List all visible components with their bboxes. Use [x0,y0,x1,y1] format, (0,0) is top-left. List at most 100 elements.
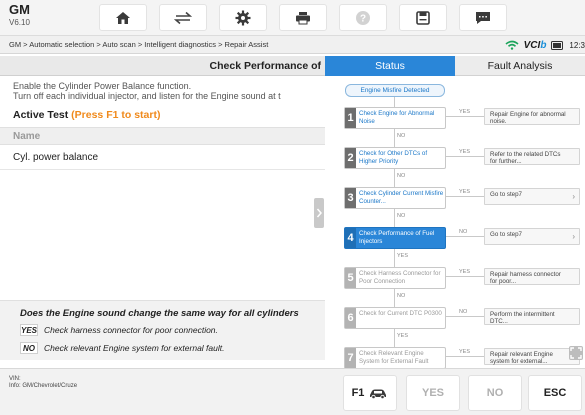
help-icon: ? [356,10,370,25]
connector-line [394,97,395,107]
vci-indicator: VCIb [523,39,547,51]
step-number: 2 [345,148,356,168]
branch-label: YES [459,269,471,275]
table-row[interactable]: Cyl. power balance [0,146,325,170]
page-title: Check Performance of [209,60,321,72]
step-number: 4 [345,228,356,248]
software-version: V6.10 [9,18,30,27]
breadcrumb-bar: GM > Automatic selection > Auto scan > I… [0,36,585,54]
connector-line [394,129,395,147]
branch-label: YES [397,333,409,339]
option-text: Check relevant Engine system for externa… [44,343,225,353]
branch-label: YES [397,253,409,259]
option-text: Check harness connector for poor connect… [44,325,218,335]
settings-button[interactable] [219,4,267,31]
column-name: Name [13,131,41,142]
connector-line [446,116,484,117]
result-node[interactable]: Repair Engine for abnormal noise. [484,108,580,125]
battery-icon [551,40,564,50]
connector-line [394,169,395,187]
flowchart: Engine Misfire Detected 1 Check Engine fo… [325,76,585,368]
branch-label: NO [397,293,406,299]
no-button[interactable]: NO [468,375,522,411]
connector-line [394,249,395,267]
panel-expand-handle[interactable] [314,198,324,228]
tab-status[interactable]: Status [325,56,455,76]
question-panel: Does the Engine sound change the same wa… [0,300,325,360]
result-node[interactable]: Go to step7 › [484,228,580,245]
print-button[interactable] [279,4,327,31]
connector-line [394,209,395,227]
fullscreen-button[interactable] [569,346,583,360]
flow-start-node: Engine Misfire Detected [345,84,445,97]
help-button[interactable]: ? [339,4,387,31]
connector-line [446,356,484,357]
flow-step-5[interactable]: 5 Check Harness Connector for Poor Connec… [344,267,446,289]
tab-fault-analysis[interactable]: Fault Analysis [455,56,585,76]
step-number: 1 [345,108,356,128]
home-button[interactable] [99,4,147,31]
result-node[interactable]: Go to step7 › [484,188,580,205]
vin-label: VIN: [9,376,21,382]
vehicle-info: VIN: Info: GM/Chevrolet/Cruze [9,376,77,390]
connector-line [446,316,484,317]
chevron-right-icon: › [572,192,575,201]
yes-button[interactable]: YES [406,375,460,411]
flow-step-2[interactable]: 2 Check for Other DTCs of Higher Priority [344,147,446,169]
flow-step-7[interactable]: 7 Check Relevant Engine System for Extern… [344,347,446,368]
app-window: GM V6.10 ? GM > Automatic selection > Au… [0,0,585,415]
branch-label: NO [397,173,406,179]
svg-text:?: ? [360,13,366,24]
active-test-hint: (Press F1 to start) [71,109,161,121]
branch-label: NO [397,213,406,219]
printer-icon [296,11,310,24]
answer-option-yes: YES Check harness connector for poor con… [20,323,218,337]
step-text: Check for Other DTCs of Higher Priority [359,150,428,165]
expand-icon [570,347,582,359]
flow-step-4[interactable]: 4 Check Performance of Fuel Injectors [344,227,446,249]
branch-label: NO [459,309,468,315]
table-header: Name [0,127,325,145]
result-node[interactable]: Repair relevant Engine system for extern… [484,348,580,365]
result-node[interactable]: Repair harness connector for poor... [484,268,580,285]
answer-option-no: NO Check relevant Engine system for exte… [20,341,224,355]
flow-step-6[interactable]: 6 Check for Current DTC P0300 [344,307,446,329]
gear-icon [235,10,251,25]
result-text: Go to step7 [490,191,522,198]
esc-button[interactable]: ESC [528,375,582,411]
result-node[interactable]: Perform the intermittent DTC... [484,308,580,325]
title-bar: Check Performance of [0,56,325,76]
result-node[interactable]: Refer to the related DTCs for further... [484,148,580,165]
top-toolbar: GM V6.10 ? [0,0,585,36]
step-number: 5 [345,268,356,288]
step-text: Check Performance of Fuel Injectors [359,230,435,245]
branch-label: YES [459,149,471,155]
result-text: Repair harness connector for poor... [490,271,561,285]
step-text: Check Engine for Abnormal Noise [359,110,435,125]
instruction-line: Turn off each individual injector, and l… [13,91,281,101]
home-icon [116,11,130,24]
message-icon [476,11,490,24]
result-text: Refer to the related DTCs for further... [490,151,561,165]
step-number: 7 [345,348,356,368]
step-text: Check Cylinder Current Misfire Counter..… [359,190,444,205]
message-button[interactable] [459,4,507,31]
vehicle-swap-icon [174,11,192,24]
step-number: 6 [345,308,356,328]
chevron-right-icon: › [572,232,575,241]
bottom-bar: VIN: Info: GM/Chevrolet/Cruze F1 YES NO … [0,368,585,415]
step-text: Check Harness Connector for Poor Connect… [359,270,441,285]
flow-step-1[interactable]: 1 Check Engine for Abnormal Noise [344,107,446,129]
f1-button[interactable]: F1 [343,375,397,411]
save-button[interactable] [399,4,447,31]
branch-label: NO [459,229,468,235]
table-cell: Cyl. power balance [13,152,99,163]
f1-label: F1 [351,387,365,399]
vehicle-info-text: Info: GM/Chevrolet/Cruze [9,383,78,389]
branch-label: YES [459,189,471,195]
vehicle-swap-button[interactable] [159,4,207,31]
connector-line [446,156,484,157]
flow-step-3[interactable]: 3 Check Cylinder Current Misfire Counter.… [344,187,446,209]
option-key: YES [20,324,39,336]
wifi-icon [505,40,519,50]
